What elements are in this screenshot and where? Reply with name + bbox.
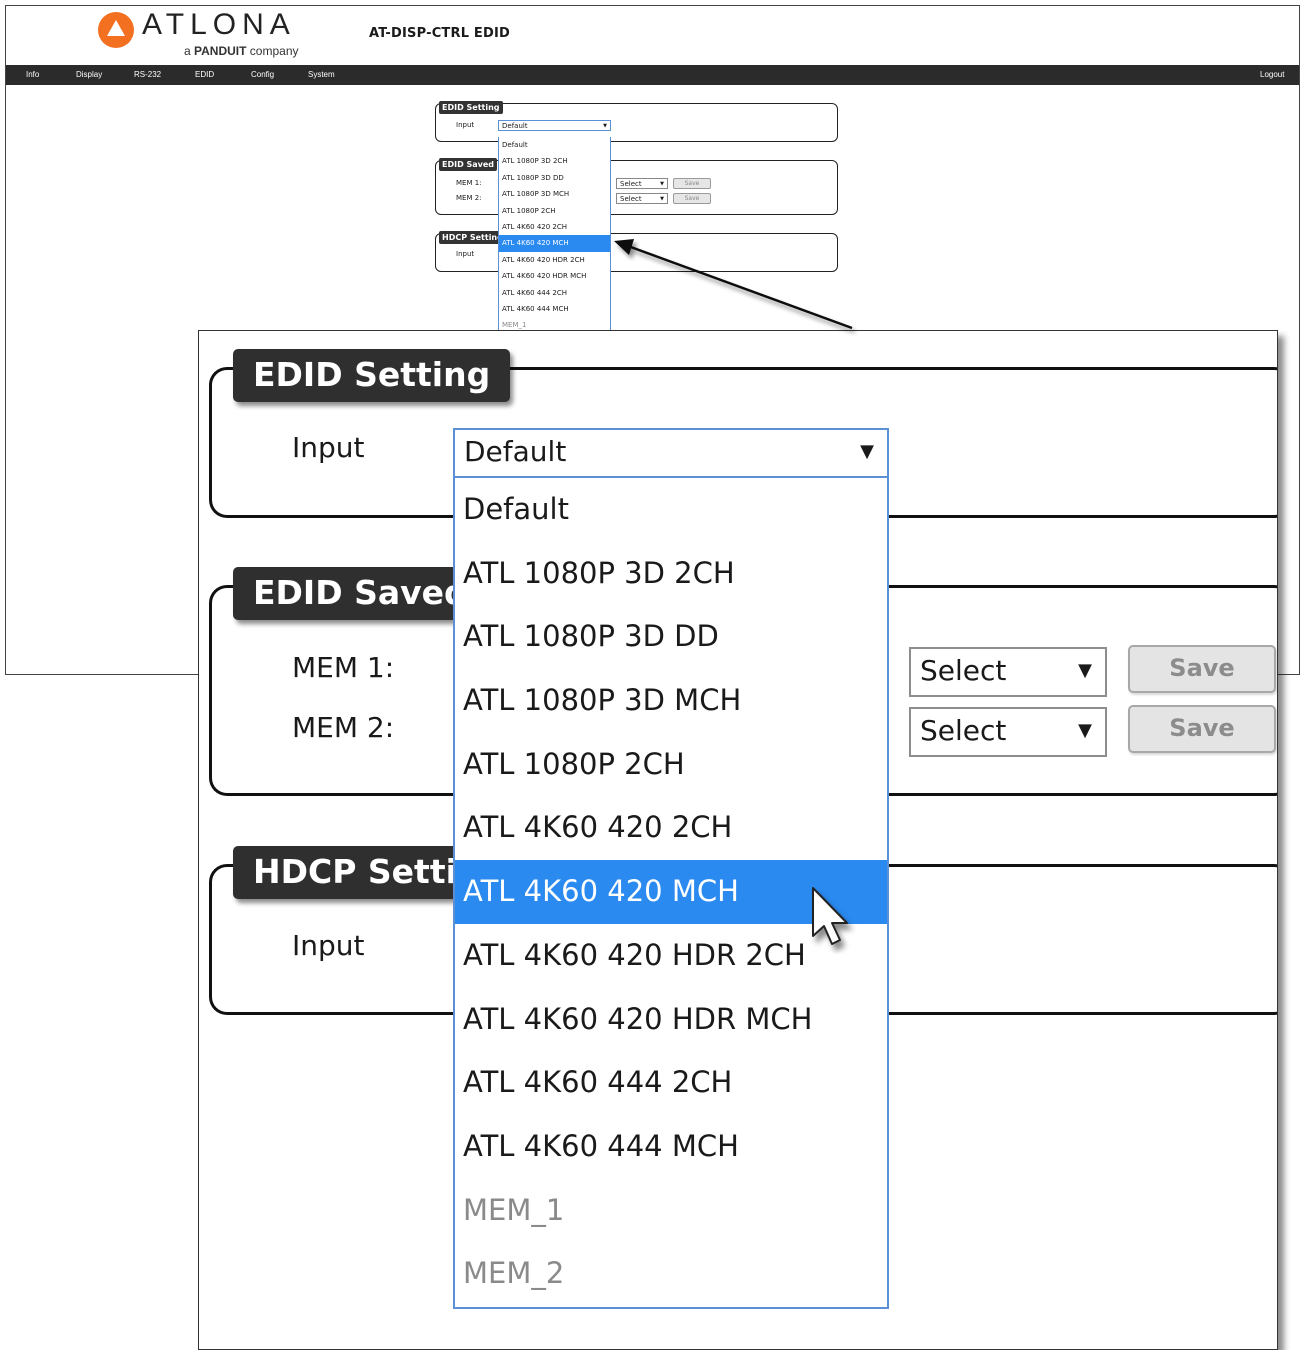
dropdown-option[interactable]: ATL 4K60 420 MCH <box>499 235 610 252</box>
edid-input-label: Input <box>456 121 475 129</box>
chevron-down-icon: ▼ <box>860 441 874 462</box>
dropdown-option[interactable]: ATL 4K60 444 2CH <box>499 285 610 301</box>
chevron-down-icon: ▼ <box>603 123 607 129</box>
mem2-select-zoom[interactable]: Select ▼ <box>909 707 1107 757</box>
nav-item-config[interactable]: Config <box>251 70 274 79</box>
dropdown-zoom-option[interactable]: ATL 4K60 420 HDR MCH <box>455 988 887 1052</box>
nav-logout[interactable]: Logout <box>1260 70 1284 79</box>
logo-wordmark: ATLONA <box>142 8 296 41</box>
edid-saved-legend: EDID Saved <box>439 158 498 171</box>
dropdown-option[interactable]: ATL 4K60 444 MCH <box>499 301 610 317</box>
mem2-label-zoom: MEM 2: <box>292 711 395 744</box>
dropdown-option[interactable]: ATL 1080P 2CH <box>499 203 610 219</box>
dropdown-zoom-option[interactable]: ATL 1080P 3D DD <box>455 605 887 669</box>
dropdown-zoom-option[interactable]: MEM_2 <box>455 1242 887 1306</box>
dropdown-option[interactable]: ATL 4K60 420 HDR MCH <box>499 268 610 284</box>
mem1-select-zoom[interactable]: Select ▼ <box>909 647 1107 697</box>
atlona-logo: ATLONA a PANDUIT company <box>98 8 308 60</box>
dropdown-option[interactable]: Default <box>499 137 610 153</box>
mem2-label: MEM 2: <box>456 194 482 202</box>
chevron-down-icon: ▼ <box>660 181 664 187</box>
chevron-down-icon: ▼ <box>660 196 664 202</box>
dropdown-option[interactable]: ATL 1080P 3D 2CH <box>499 153 610 169</box>
dropdown-zoom-option[interactable]: ATL 1080P 3D 2CH <box>455 542 887 606</box>
nav-bar: Info Display RS-232 EDID Config System L… <box>6 65 1299 85</box>
mem1-select[interactable]: Select ▼ <box>616 178 668 189</box>
edid-input-select[interactable]: Default ▼ <box>498 120 611 131</box>
nav-item-edid[interactable]: EDID <box>195 70 214 79</box>
dropdown-option[interactable]: ATL 4K60 420 2CH <box>499 219 610 235</box>
nav-item-info[interactable]: Info <box>26 70 39 79</box>
hdcp-input-label: Input <box>456 250 475 258</box>
hdcp-input-label-zoom: Input <box>292 929 365 962</box>
dropdown-option[interactable]: ATL 1080P 3D MCH <box>499 186 610 202</box>
nav-item-rs232[interactable]: RS-232 <box>134 70 161 79</box>
zoom-callout: EDID Setting Input Default ▼ EDID Saved M… <box>198 330 1278 1350</box>
page-title: AT-DISP-CTRL EDID <box>369 26 511 41</box>
chevron-down-icon: ▼ <box>1078 720 1092 741</box>
dropdown-zoom-option[interactable]: ATL 4K60 444 2CH <box>455 1051 887 1115</box>
dropdown-zoom-option[interactable]: ATL 1080P 2CH <box>455 733 887 797</box>
mem1-label: MEM 1: <box>456 179 482 187</box>
dropdown-zoom-option[interactable]: Default <box>455 478 887 542</box>
dropdown-zoom-option[interactable]: MEM_1 <box>455 1179 887 1243</box>
nav-item-system[interactable]: System <box>308 70 335 79</box>
dropdown-option[interactable]: ATL 4K60 420 HDR 2CH <box>499 252 610 268</box>
mem1-save-button-zoom[interactable]: Save <box>1128 645 1276 693</box>
mem2-save-button-zoom[interactable]: Save <box>1128 705 1276 753</box>
mouse-pointer-icon <box>812 887 848 945</box>
mem2-save-button[interactable]: Save <box>673 193 711 204</box>
nav-item-display[interactable]: Display <box>76 70 102 79</box>
edid-setting-legend: EDID Setting <box>439 101 503 114</box>
dropdown-option[interactable]: ATL 1080P 3D DD <box>499 170 610 186</box>
dropdown-zoom-option[interactable]: ATL 4K60 444 MCH <box>455 1115 887 1179</box>
mem1-label-zoom: MEM 1: <box>292 651 395 684</box>
dropdown-zoom-option[interactable]: ATL 1080P 3D MCH <box>455 669 887 733</box>
mem2-select[interactable]: Select ▼ <box>616 193 668 204</box>
dropdown-zoom-option[interactable]: ATL 4K60 420 2CH <box>455 796 887 860</box>
edid-setting-legend-zoom: EDID Setting <box>233 349 511 402</box>
edid-input-select-zoom[interactable]: Default ▼ <box>453 428 889 478</box>
logo-tagline: a PANDUIT company <box>184 44 299 58</box>
atlona-logo-icon <box>98 12 134 48</box>
hdcp-setting-legend: HDCP Setting <box>439 231 506 244</box>
mem1-save-button[interactable]: Save <box>673 178 711 189</box>
edid-input-label-zoom: Input <box>292 431 365 464</box>
edid-saved-legend-zoom: EDID Saved <box>233 567 488 620</box>
chevron-down-icon: ▼ <box>1078 660 1092 681</box>
edid-input-dropdown-list[interactable]: Default ATL 1080P 3D 2CH ATL 1080P 3D DD AT… <box>498 137 611 333</box>
